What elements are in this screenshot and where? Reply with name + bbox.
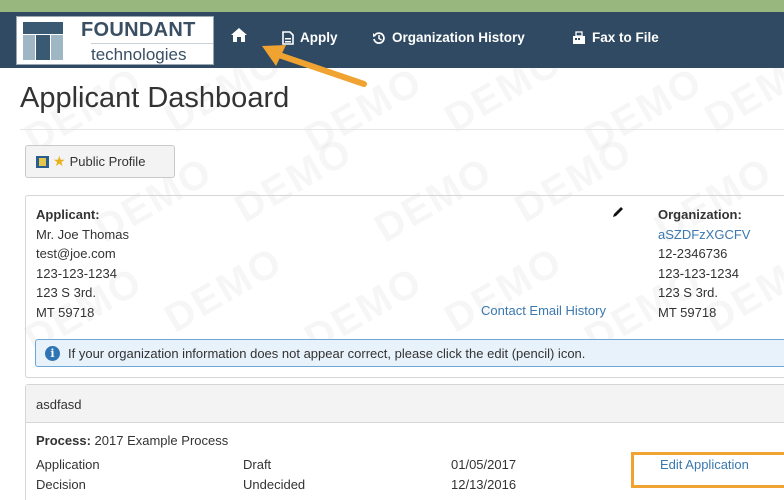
process-panel: asdfasd Process: 2017 Example Process Ap… — [25, 384, 784, 500]
foundant-logo[interactable]: FOUNDANT technologies — [16, 16, 214, 65]
title-divider — [20, 129, 784, 130]
applicant-city: MT 59718 — [36, 304, 95, 320]
nav-home[interactable] — [230, 27, 248, 43]
top-accent-strip — [0, 0, 784, 12]
nav-history-label: Organization History — [392, 30, 525, 45]
status-cell: Undecided — [243, 477, 306, 492]
organization-details: Organization: aSZDFzXGCFV 12-2346736 123… — [658, 205, 750, 322]
logo-name: FOUNDANT — [81, 19, 196, 41]
process-label: Process: — [36, 433, 91, 448]
navbar: FOUNDANT technologies Apply Organization… — [0, 12, 784, 68]
logo-mark-icon — [23, 22, 63, 60]
home-icon — [231, 28, 247, 42]
process-name: 2017 Example Process — [94, 433, 229, 448]
applicant-name: Mr. Joe Thomas — [36, 226, 129, 242]
applicant-phone: 123-123-1234 — [36, 265, 117, 281]
nav-organization-history[interactable]: Organization History — [372, 30, 525, 45]
pencil-icon[interactable] — [611, 205, 625, 219]
organization-ein: 12-2346736 — [658, 246, 728, 261]
applicant-email: test@joe.com — [36, 246, 116, 261]
public-profile-button[interactable]: ★ Public Profile — [25, 145, 175, 178]
stage-cell: Application — [36, 457, 100, 472]
organization-heading: Organization: — [658, 207, 742, 222]
organization-name-link[interactable]: aSZDFzXGCFV — [658, 225, 750, 245]
process-title: Process: 2017 Example Process — [36, 433, 228, 448]
logo-subtitle: technologies — [91, 43, 213, 65]
page-title: Applicant Dashboard — [20, 82, 290, 114]
status-cell: Draft — [243, 457, 272, 472]
applicant-organization-panel: Applicant: Mr. Joe Thomas test@joe.com 1… — [25, 195, 784, 378]
nav-fax-label: Fax to File — [592, 30, 659, 45]
star-icon: ★ — [53, 153, 66, 169]
edit-application-highlight — [631, 452, 784, 488]
process-panel-header: asdfasd — [26, 385, 784, 423]
applicant-details: Applicant: Mr. Joe Thomas test@joe.com 1… — [36, 205, 129, 322]
flag-icon — [36, 155, 49, 168]
organization-city: MT 59718 — [658, 304, 717, 320]
info-icon: i — [45, 345, 60, 361]
info-alert-text: If your organization information does no… — [68, 345, 586, 361]
organization-phone: 123-123-1234 — [658, 265, 739, 281]
applicant-heading: Applicant: — [36, 207, 100, 222]
applicant-address: 123 S 3rd. — [36, 285, 96, 300]
contact-email-history-link[interactable]: Contact Email History — [481, 303, 606, 318]
date-cell: 12/13/2016 — [451, 477, 517, 492]
stage-cell: Decision — [36, 477, 86, 492]
public-profile-label: Public Profile — [69, 154, 146, 169]
date-cell: 01/05/2017 — [451, 457, 517, 472]
organization-address: 123 S 3rd. — [658, 285, 718, 300]
nav-fax-to-file[interactable]: Fax to File — [572, 30, 659, 45]
info-alert: i If your organization information does … — [35, 339, 784, 367]
fax-icon — [573, 30, 585, 44]
